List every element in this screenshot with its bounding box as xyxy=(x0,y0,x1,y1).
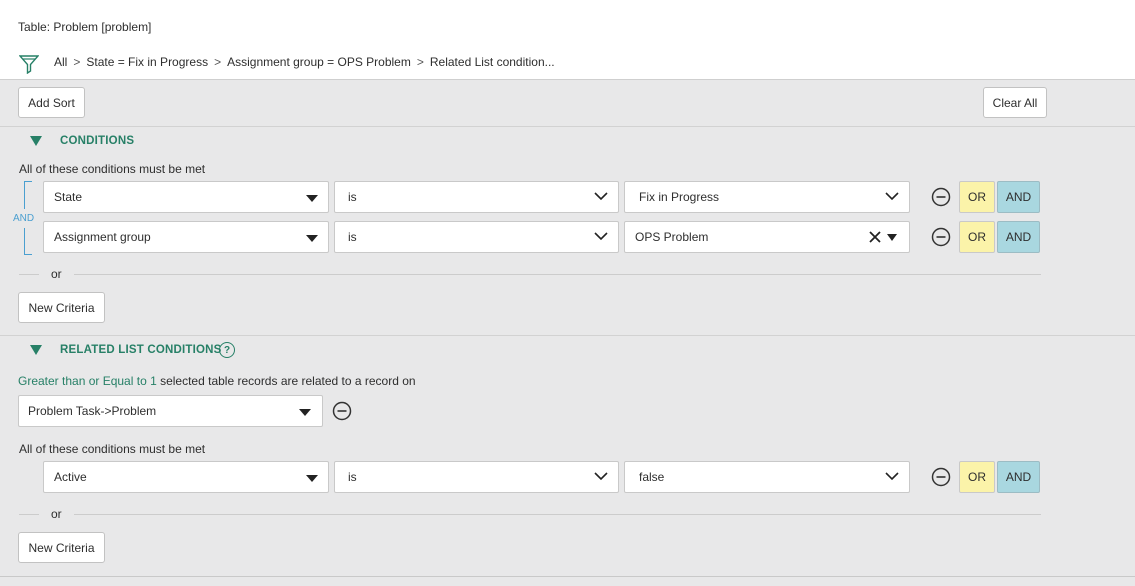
related-quantity-sentence: Greater than or Equal to 1 selected tabl… xyxy=(18,374,416,388)
conditions-title: CONDITIONS xyxy=(60,135,135,147)
divider xyxy=(0,576,1135,577)
divider xyxy=(0,335,1135,336)
caret-down-icon xyxy=(299,409,311,416)
quantity-link[interactable]: Greater than or Equal to 1 xyxy=(18,374,157,388)
or-label: or xyxy=(51,507,62,521)
collapse-triangle-icon xyxy=(30,345,42,355)
breadcrumb-separator: > xyxy=(214,55,222,69)
divider-line xyxy=(73,273,1041,275)
caret-down-icon xyxy=(306,475,318,482)
condition-operator-value: is xyxy=(348,470,357,484)
chevron-down-icon xyxy=(594,192,608,201)
caret-down-icon xyxy=(306,195,318,202)
divider-line xyxy=(19,273,39,275)
condition-field-value: Active xyxy=(54,470,87,484)
condition-value-reference[interactable]: OPS Problem xyxy=(624,221,910,253)
condition-operator-select[interactable]: is xyxy=(334,461,619,493)
breadcrumb-item-all[interactable]: All xyxy=(54,55,67,69)
condition-field-select[interactable]: State xyxy=(43,181,329,213)
divider-line xyxy=(19,513,39,515)
chevron-down-icon xyxy=(885,472,899,481)
quantity-rest-text: selected table records are related to a … xyxy=(156,374,416,388)
caret-down-icon[interactable] xyxy=(887,234,897,241)
or-divider: or xyxy=(19,507,1041,521)
or-button[interactable]: OR xyxy=(959,221,995,253)
conditions-section-toggle[interactable]: CONDITIONS xyxy=(30,135,134,147)
clear-icon[interactable] xyxy=(867,229,883,245)
breadcrumb-separator: > xyxy=(416,55,424,69)
condition-value: Fix in Progress xyxy=(639,190,720,204)
related-list-section-toggle[interactable]: RELATED LIST CONDITIONS xyxy=(30,344,222,356)
caret-down-icon xyxy=(306,235,318,242)
remove-condition-icon[interactable] xyxy=(931,467,951,487)
new-criteria-button[interactable]: New Criteria xyxy=(18,532,105,563)
clear-all-button[interactable]: Clear All xyxy=(983,87,1047,118)
remove-related-condition-icon[interactable] xyxy=(332,401,352,421)
new-criteria-button[interactable]: New Criteria xyxy=(18,292,105,323)
and-button[interactable]: AND xyxy=(997,181,1040,213)
and-bracket-bottom xyxy=(24,228,32,255)
condition-operator-value: is xyxy=(348,230,357,244)
breadcrumb-item-state[interactable]: State = Fix in Progress xyxy=(86,55,208,69)
or-label: or xyxy=(51,267,62,281)
chevron-down-icon xyxy=(594,472,608,481)
breadcrumb-item-assignment-group[interactable]: Assignment group = OPS Problem xyxy=(227,55,411,69)
chevron-down-icon xyxy=(594,232,608,241)
filter-header: Table: Problem [problem] All > State = Fix… xyxy=(0,0,1135,80)
condition-field-value: Assignment group xyxy=(54,230,151,244)
remove-condition-icon[interactable] xyxy=(931,227,951,247)
related-list-title: RELATED LIST CONDITIONS xyxy=(60,344,222,356)
table-title: Table: Problem [problem] xyxy=(18,20,152,34)
add-sort-button[interactable]: Add Sort xyxy=(18,87,85,118)
related-conditions-note: All of these conditions must be met xyxy=(19,442,206,456)
divider xyxy=(0,126,1135,127)
condition-field-select[interactable]: Active xyxy=(43,461,329,493)
remove-condition-icon[interactable] xyxy=(931,187,951,207)
and-button[interactable]: AND xyxy=(997,461,1040,493)
breadcrumb-item-related-list[interactable]: Related List condition... xyxy=(430,55,555,69)
and-button[interactable]: AND xyxy=(997,221,1040,253)
help-icon[interactable]: ? xyxy=(219,342,235,358)
condition-value-select[interactable]: false xyxy=(624,461,910,493)
related-table-select[interactable]: Problem Task->Problem xyxy=(18,395,323,427)
condition-operator-select[interactable]: is xyxy=(334,181,619,213)
or-divider: or xyxy=(19,267,1041,281)
or-button[interactable]: OR xyxy=(959,181,995,213)
condition-value: false xyxy=(639,470,665,484)
breadcrumb: All > State = Fix in Progress > Assignment g… xyxy=(54,55,555,69)
or-button[interactable]: OR xyxy=(959,461,995,493)
collapse-triangle-icon xyxy=(30,136,42,146)
condition-operator-value: is xyxy=(348,190,357,204)
breadcrumb-separator: > xyxy=(73,55,81,69)
condition-field-select[interactable]: Assignment group xyxy=(43,221,329,253)
conditions-note: All of these conditions must be met xyxy=(19,162,206,176)
related-table-value: Problem Task->Problem xyxy=(28,404,157,418)
chevron-down-icon xyxy=(885,192,899,201)
condition-operator-select[interactable]: is xyxy=(334,221,619,253)
and-bracket-top xyxy=(24,181,32,209)
divider-line xyxy=(73,513,1041,515)
and-group-label: AND xyxy=(13,213,35,224)
condition-value-select[interactable]: Fix in Progress xyxy=(624,181,910,213)
condition-field-value: State xyxy=(54,190,83,204)
filter-icon[interactable] xyxy=(19,54,39,74)
